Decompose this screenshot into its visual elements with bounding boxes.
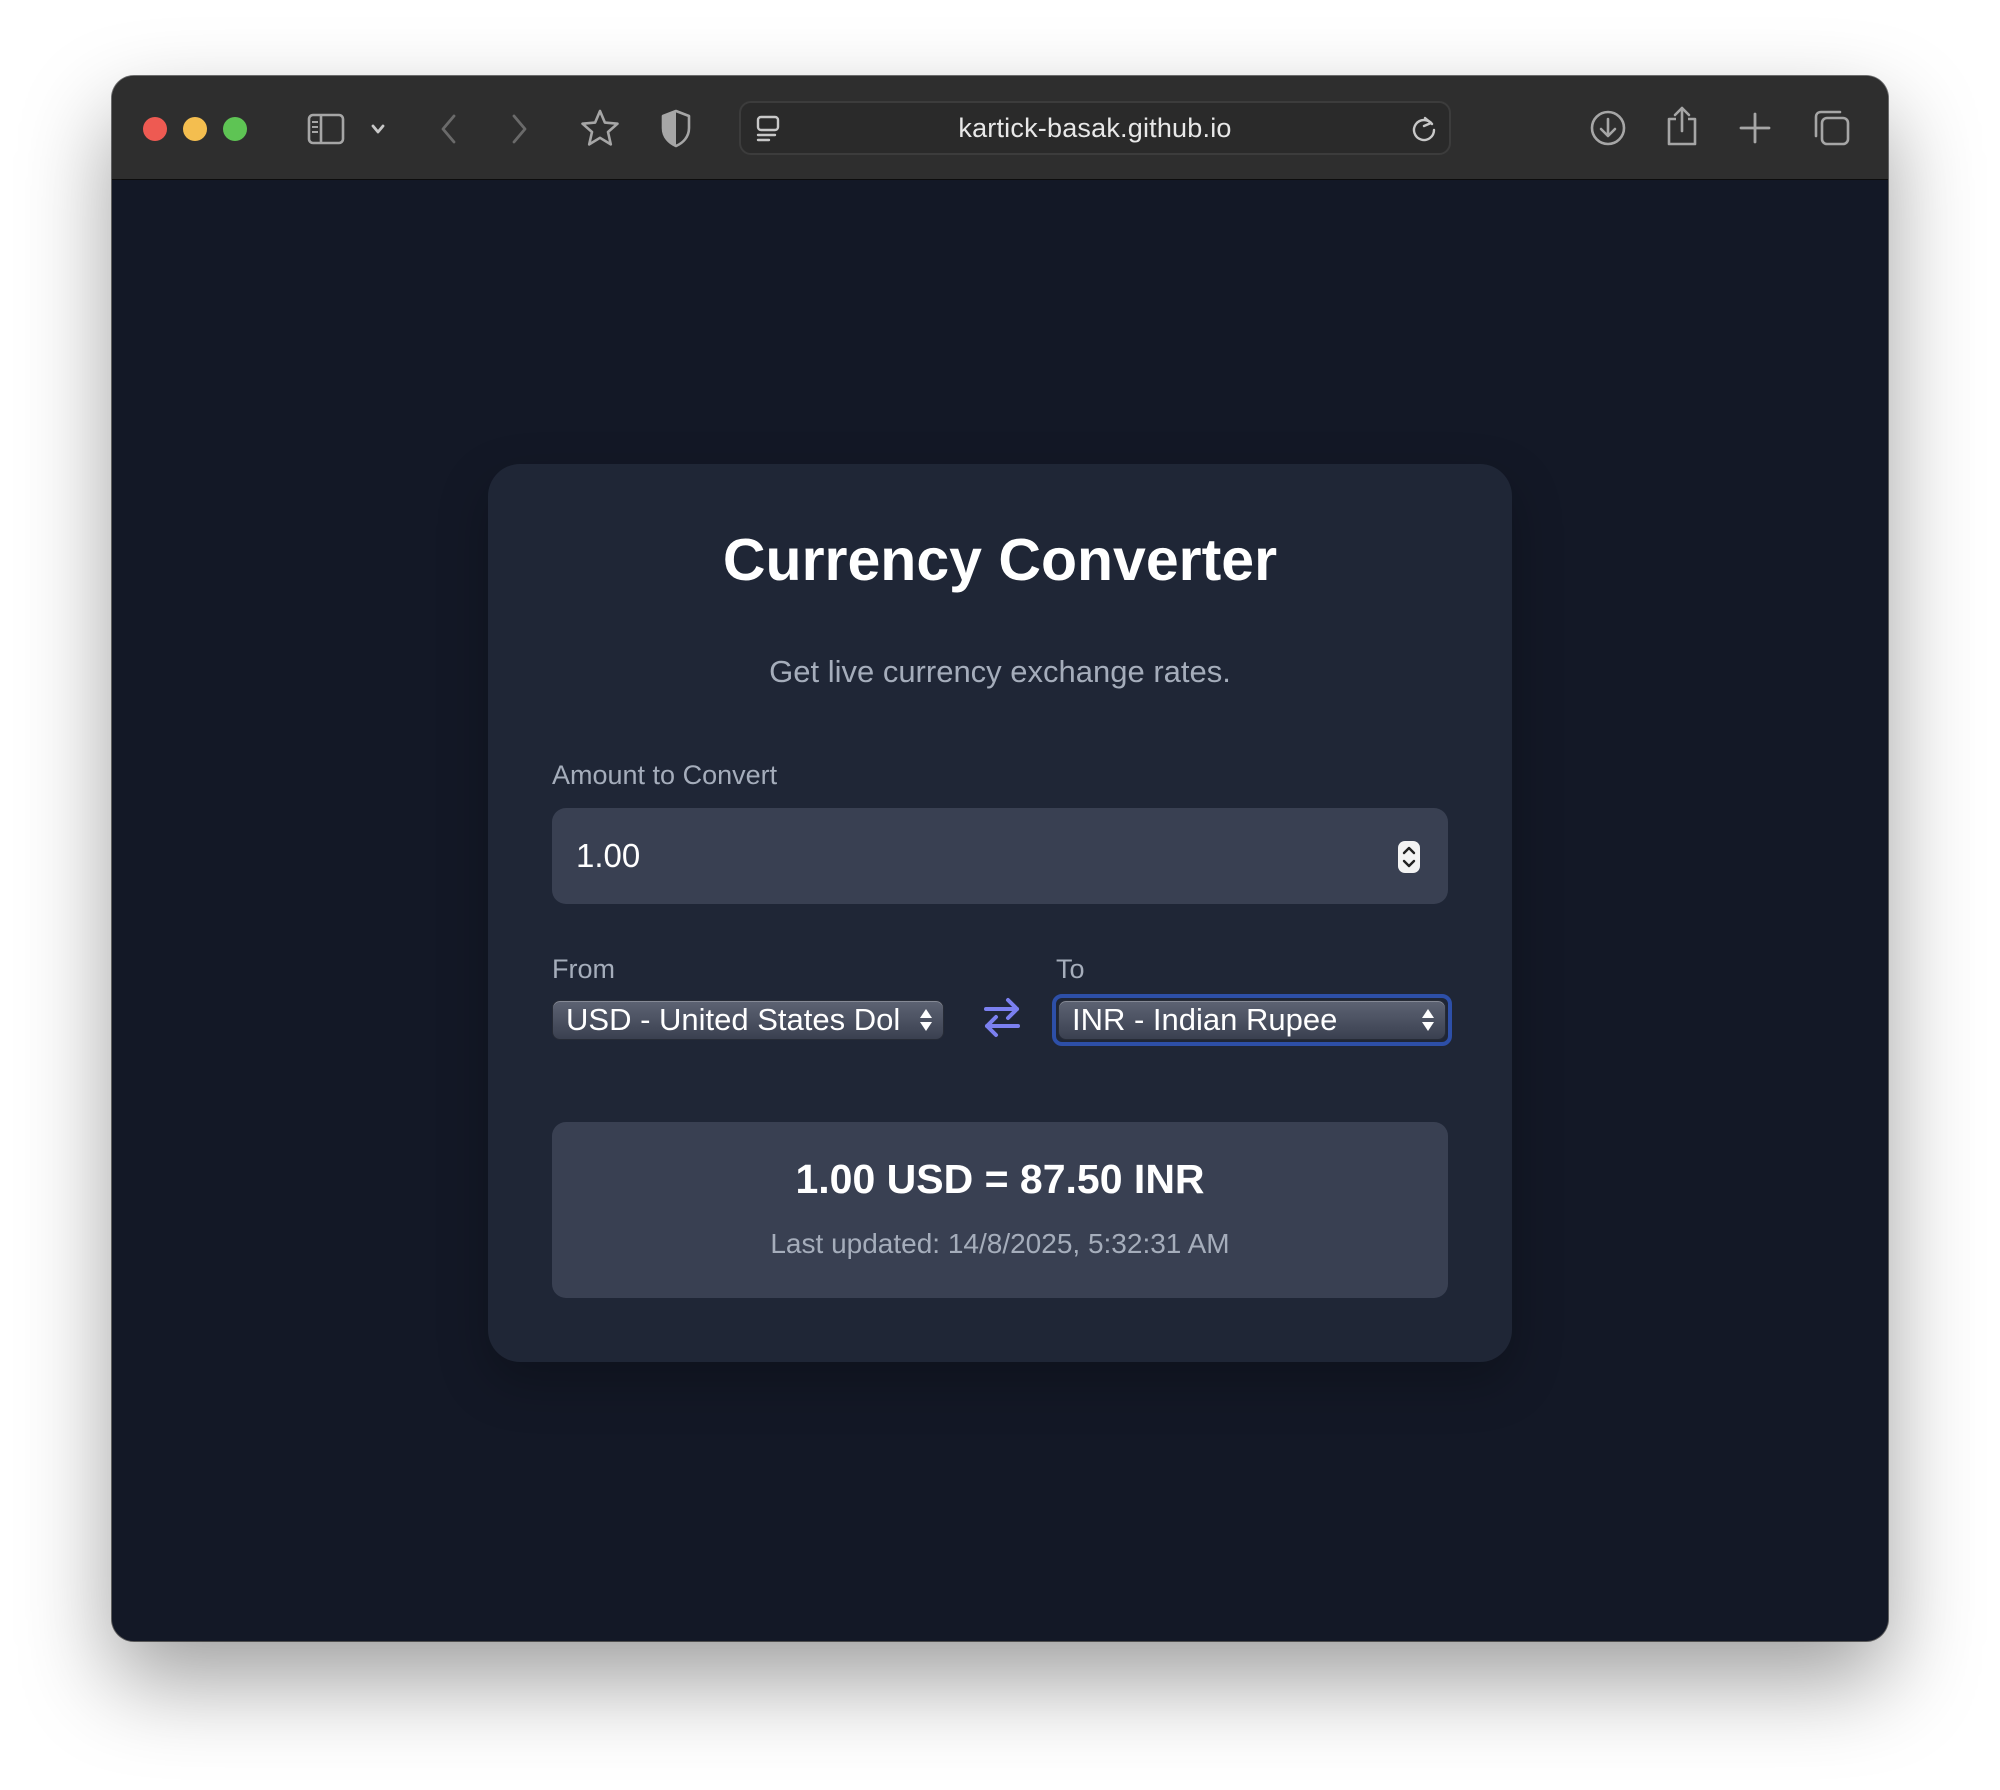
page-title: Currency Converter bbox=[722, 527, 1278, 593]
shield-icon[interactable] bbox=[656, 106, 696, 150]
from-currency-value: USD - United States Dollar bbox=[566, 1002, 901, 1037]
result-panel: 1.00 USD = 87.50 INR Last updated: 14/8/… bbox=[552, 1122, 1448, 1298]
converter-card: Currency Converter Get live currency exc… bbox=[488, 464, 1512, 1362]
back-icon[interactable] bbox=[434, 109, 464, 149]
chevron-down-icon[interactable] bbox=[366, 116, 390, 142]
amount-value: 1.00 bbox=[576, 837, 641, 874]
page-content: Currency Converter Get live currency exc… bbox=[112, 180, 1888, 1641]
share-icon[interactable] bbox=[1662, 102, 1702, 150]
number-stepper-icon[interactable] bbox=[1398, 841, 1420, 873]
from-label: From bbox=[552, 954, 615, 984]
plus-icon[interactable] bbox=[1735, 108, 1775, 148]
star-icon[interactable] bbox=[578, 106, 622, 150]
swap-currencies-icon[interactable] bbox=[983, 996, 1021, 1038]
minimize-window-button[interactable] bbox=[183, 117, 207, 141]
browser-window: kartick-basak.github.io Currency Convert… bbox=[112, 76, 1888, 1641]
browser-toolbar: kartick-basak.github.io bbox=[112, 76, 1888, 180]
select-arrows-icon bbox=[1422, 1009, 1434, 1031]
tabs-overview-icon[interactable] bbox=[1810, 106, 1854, 150]
to-currency-select[interactable]: INR - Indian Rupee bbox=[1058, 1000, 1446, 1040]
download-icon[interactable] bbox=[1586, 106, 1630, 150]
last-updated: Last updated: 14/8/2025, 5:32:31 AM bbox=[770, 1228, 1230, 1259]
amount-input[interactable]: 1.00 bbox=[552, 808, 1448, 904]
sidebar-icon[interactable] bbox=[306, 109, 346, 149]
url-text: kartick-basak.github.io bbox=[958, 112, 1232, 143]
maximize-window-button[interactable] bbox=[223, 117, 247, 141]
select-arrows-icon bbox=[920, 1009, 932, 1031]
amount-label: Amount to Convert bbox=[552, 760, 778, 790]
page-subtitle: Get live currency exchange rates. bbox=[769, 654, 1231, 689]
forward-icon[interactable] bbox=[504, 109, 534, 149]
reload-icon[interactable] bbox=[1409, 113, 1439, 143]
to-currency-value: INR - Indian Rupee bbox=[1072, 1002, 1338, 1037]
conversion-result: 1.00 USD = 87.50 INR bbox=[795, 1156, 1205, 1202]
address-bar[interactable]: kartick-basak.github.io bbox=[739, 101, 1451, 155]
from-currency-select[interactable]: USD - United States Dollar bbox=[552, 1000, 944, 1040]
to-label: To bbox=[1056, 954, 1085, 984]
close-window-button[interactable] bbox=[143, 117, 167, 141]
